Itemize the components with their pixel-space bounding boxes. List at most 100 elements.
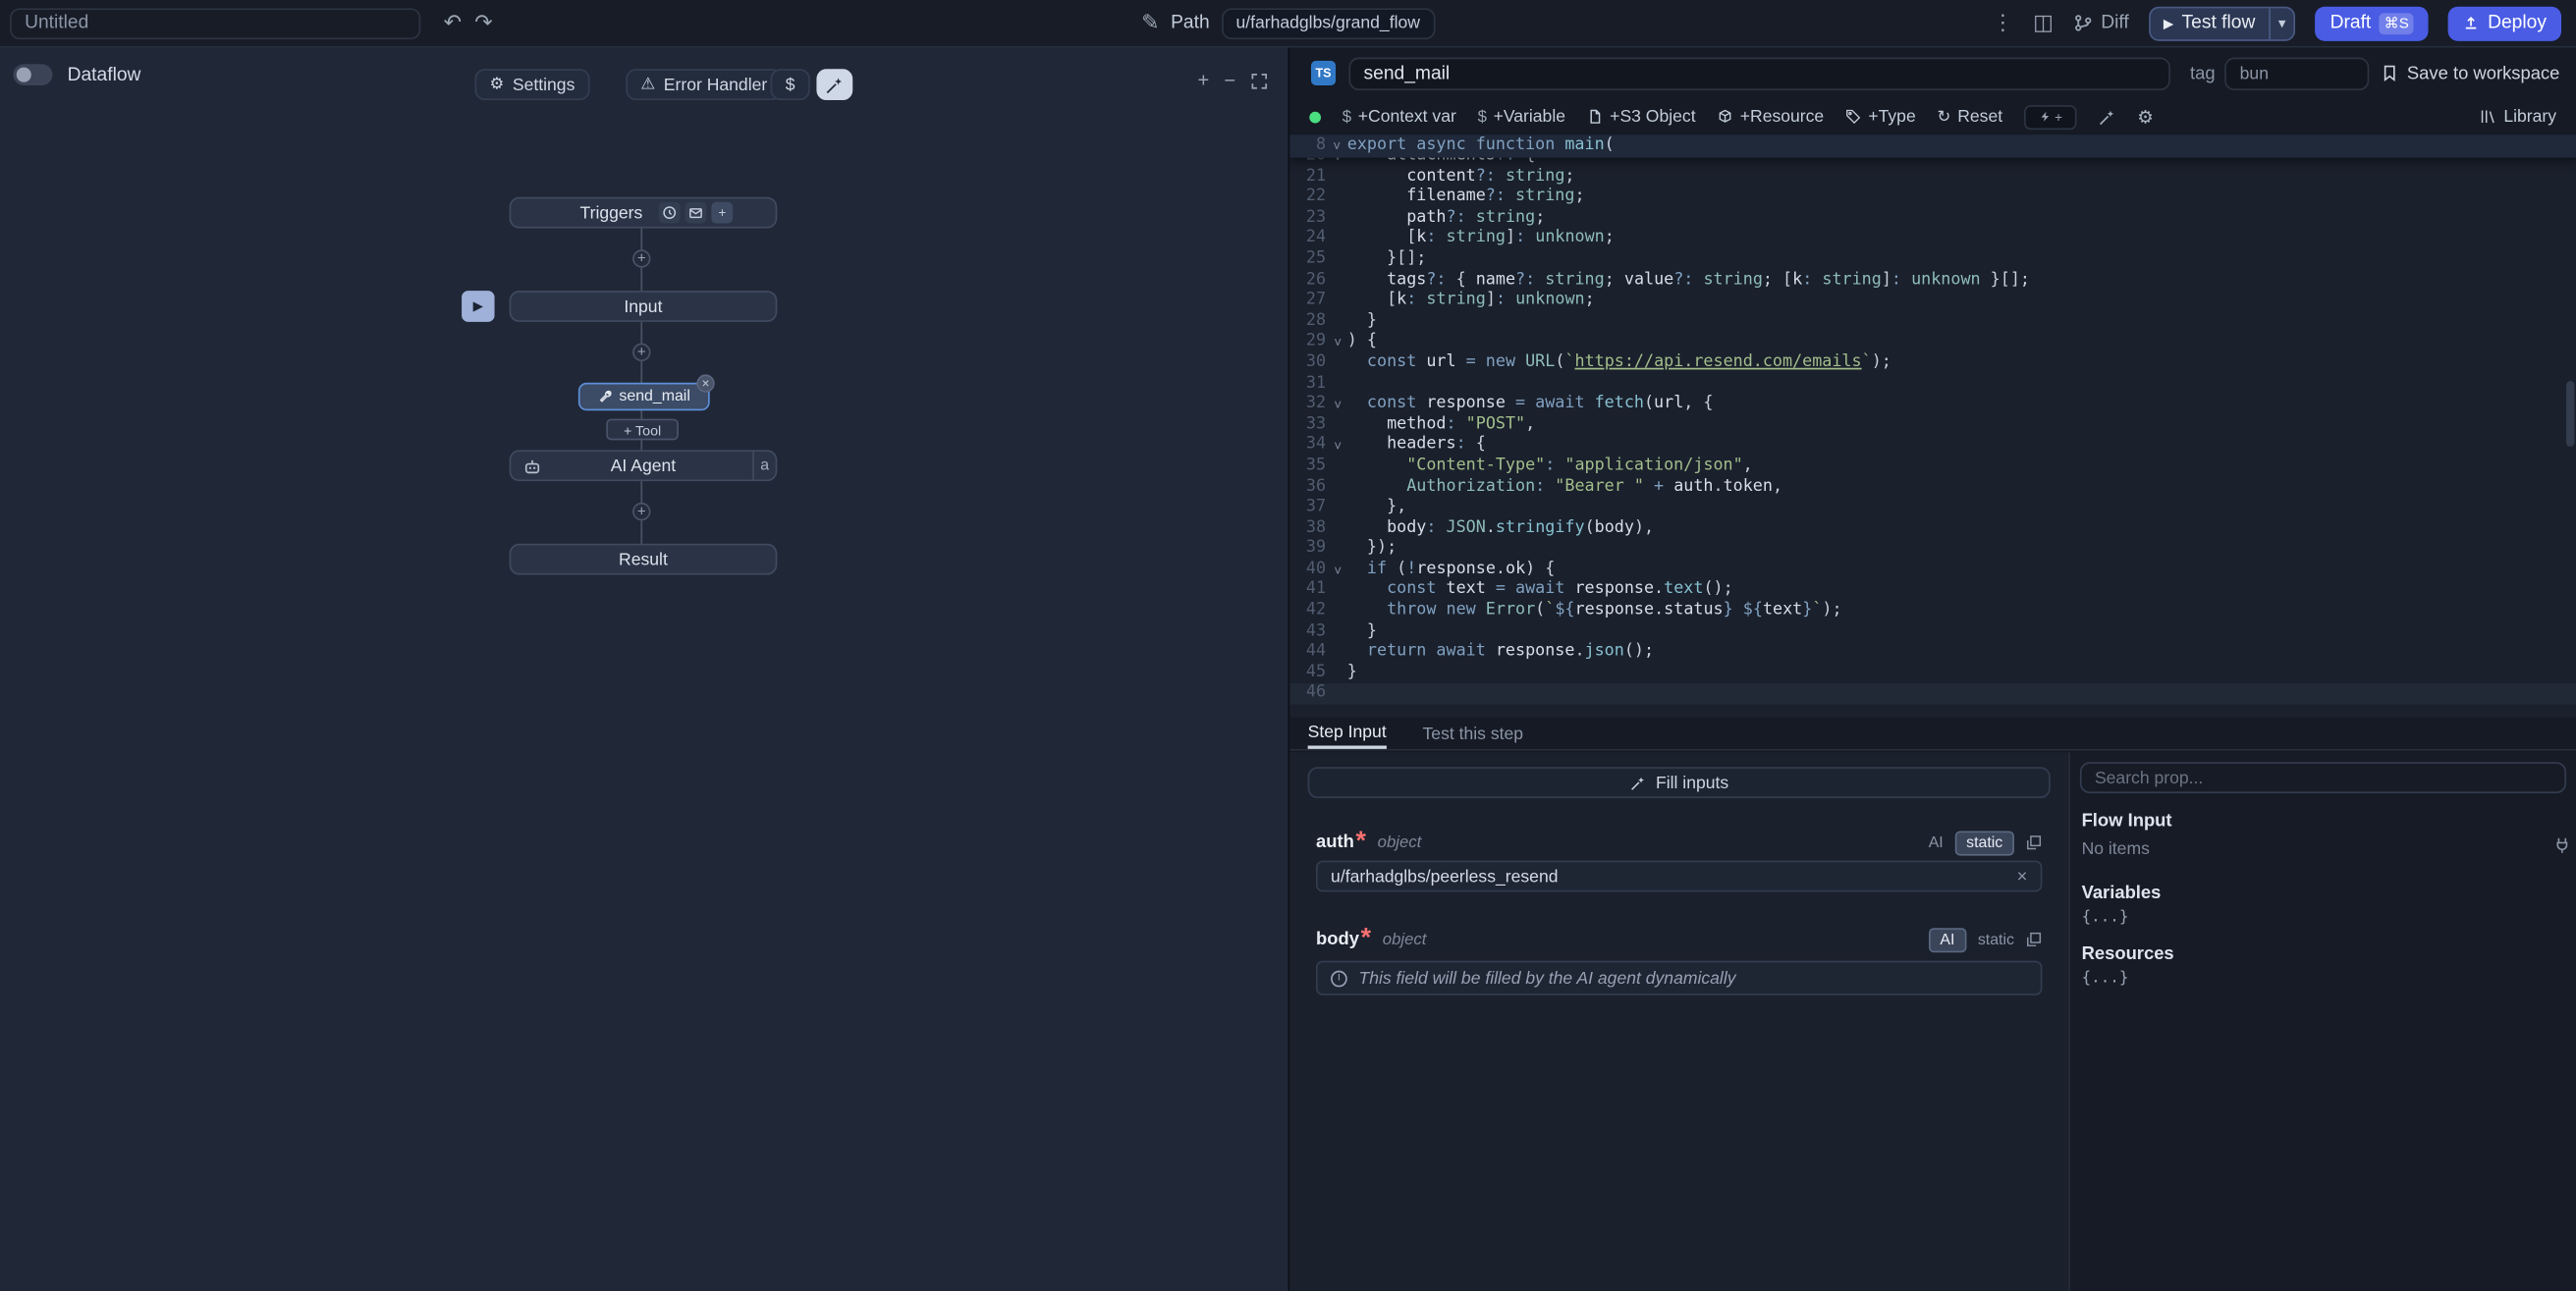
test-flow-button[interactable]: ▶ Test flow ▾ [2149, 6, 2296, 40]
tab-test-step[interactable]: Test this step [1423, 718, 1524, 749]
diff-button[interactable]: Diff [2073, 13, 2129, 32]
deploy-button[interactable]: Deploy [2448, 6, 2561, 40]
add-type-button[interactable]: +Type [1845, 107, 1916, 127]
add-tool-button[interactable]: + Tool [606, 419, 679, 441]
code-line[interactable]: 24 [k: string]: unknown; [1289, 229, 2576, 249]
add-trigger-button[interactable]: + [712, 202, 734, 224]
split-view-button[interactable]: ◫ [2033, 10, 2054, 36]
resources-value[interactable]: {...} [2082, 969, 2129, 987]
expand-field-icon[interactable] [2026, 932, 2043, 948]
settings-button[interactable]: ⚙ Settings [474, 69, 589, 100]
dollar-button[interactable]: $ [771, 69, 810, 100]
input-node[interactable]: Input [510, 291, 778, 322]
clear-input-button[interactable]: × [2017, 866, 2028, 886]
code-line[interactable]: 35 "Content-Type": "application/json", [1289, 457, 2576, 477]
error-handler-button[interactable]: ⚠ Error Handler [626, 69, 782, 100]
code-line[interactable]: 41 const text = await response.text(); [1289, 580, 2576, 601]
undo-button[interactable]: ↶ [444, 10, 462, 36]
fit-view-button[interactable] [1250, 69, 1268, 91]
code-line[interactable]: 46 [1289, 684, 2576, 705]
code-line[interactable]: 33 method: "POST", [1289, 415, 2576, 436]
warning-icon: ⚠ [640, 76, 655, 93]
fold-chevron-icon[interactable]: > [1326, 560, 1347, 580]
dataflow-toggle[interactable] [13, 64, 52, 85]
tool-node-send-mail[interactable]: send_mail [578, 383, 710, 410]
schedule-trigger-button[interactable] [659, 202, 681, 224]
run-input-button[interactable]: ▶ [462, 291, 494, 322]
code-editor[interactable]: 20> attachments?: {21 content?: string;2… [1289, 134, 2576, 718]
ai-builder-button[interactable] [816, 69, 852, 100]
code-line[interactable]: 23 path?: string; [1289, 208, 2576, 229]
code-line[interactable]: 8>export async function main( [1289, 134, 2576, 157]
variables-value[interactable]: {...} [2082, 908, 2129, 926]
test-flow-dropdown[interactable]: ▾ [2269, 8, 2294, 39]
plus-icon: + [2055, 109, 2062, 124]
fold-chevron-icon[interactable]: > [1326, 436, 1347, 457]
code-line[interactable]: 37 }, [1289, 498, 2576, 518]
add-step-button[interactable]: + [632, 503, 650, 520]
zoom-out-button[interactable]: − [1224, 69, 1235, 91]
code-line[interactable]: 42 throw new Error(`${response.status} $… [1289, 601, 2576, 621]
code-line[interactable]: 21 content?: string; [1289, 167, 2576, 188]
triggers-node[interactable]: Triggers + [510, 197, 778, 229]
code-line[interactable]: 28 } [1289, 311, 2576, 332]
editor-settings-button[interactable]: ⚙ [2137, 106, 2154, 128]
editor-wand-button[interactable] [2098, 107, 2115, 127]
step-input-form: Fill inputs auth * object AI static u/fa… [1289, 752, 2068, 1291]
code-line[interactable]: 27 [k: string]: unknown; [1289, 291, 2576, 311]
reset-button[interactable]: ↻ Reset [1937, 107, 2002, 127]
save-workspace-button[interactable]: Save to workspace [2381, 63, 2559, 82]
library-button[interactable]: Library [2479, 107, 2556, 127]
draft-button[interactable]: Draft ⌘S [2316, 6, 2429, 40]
add-s3-object-button[interactable]: +S3 Object [1587, 107, 1696, 127]
redo-button[interactable]: ↷ [474, 10, 492, 36]
assistant-chip[interactable]: + [2024, 104, 2077, 129]
code-line[interactable]: 25 }[]; [1289, 249, 2576, 270]
auth-static-toggle[interactable]: static [1954, 831, 2014, 855]
pencil-icon[interactable]: ✎ [1141, 10, 1159, 36]
tag-input[interactable] [2225, 57, 2370, 89]
ai-agent-node[interactable]: AI Agent a [510, 450, 778, 481]
fill-inputs-button[interactable]: Fill inputs [1308, 767, 2051, 798]
add-step-button[interactable]: + [632, 249, 650, 267]
code-line[interactable]: 45} [1289, 664, 2576, 684]
code-line[interactable]: 29>) { [1289, 333, 2576, 353]
code-line[interactable]: 31 [1289, 374, 2576, 395]
code-line[interactable]: 30 const url = new URL(`https://api.rese… [1289, 353, 2576, 374]
result-node[interactable]: Result [510, 544, 778, 575]
add-step-button[interactable]: + [632, 344, 650, 361]
tab-step-input[interactable]: Step Input [1308, 718, 1387, 749]
code-line[interactable]: 40> if (!response.ok) { [1289, 560, 2576, 580]
code-line[interactable]: 26 tags?: { name?: string; value?: strin… [1289, 270, 2576, 291]
script-name-input[interactable] [1348, 57, 2169, 89]
code-line[interactable]: 44 return await response.json(); [1289, 643, 2576, 664]
auth-ai-toggle[interactable]: AI [1929, 834, 1944, 851]
search-prop-input[interactable] [2080, 762, 2566, 793]
fold-chevron-icon[interactable]: > [1326, 395, 1347, 415]
path-value[interactable]: u/farhadglbs/grand_flow [1221, 8, 1435, 39]
email-trigger-button[interactable] [685, 202, 707, 224]
add-variable-button[interactable]: $ +Variable [1478, 107, 1565, 127]
kebab-menu-button[interactable]: ⋮ [1992, 10, 2013, 36]
fold-chevron-icon[interactable]: > [1326, 134, 1347, 157]
body-static-toggle[interactable]: static [1978, 931, 2014, 948]
code-scrollbar[interactable] [2566, 381, 2574, 447]
code-line[interactable]: 43 } [1289, 621, 2576, 642]
code-line[interactable]: 32> const response = await fetch(url, { [1289, 395, 2576, 415]
flow-title-input[interactable] [10, 8, 420, 39]
fold-chevron-icon[interactable]: > [1326, 333, 1347, 353]
code-line[interactable]: 39 }); [1289, 539, 2576, 560]
auth-input[interactable]: u/farhadglbs/peerless_resend × [1316, 861, 2042, 892]
expand-field-icon[interactable] [2026, 834, 2043, 851]
code-line[interactable]: 22 filename?: string; [1289, 188, 2576, 208]
code-line[interactable]: 34> headers: { [1289, 436, 2576, 457]
remove-tool-button[interactable]: × [696, 374, 714, 392]
body-ai-toggle[interactable]: AI [1929, 927, 1966, 951]
add-resource-button[interactable]: +Resource [1717, 107, 1824, 127]
code-line[interactable]: 38 body: JSON.stringify(body), [1289, 518, 2576, 539]
agent-assistant-badge[interactable]: a [752, 452, 775, 479]
zoom-in-button[interactable]: + [1198, 69, 1210, 91]
add-context-var-button[interactable]: $ +Context var [1343, 107, 1456, 127]
code-line[interactable]: 36 Authorization: "Bearer " + auth.token… [1289, 477, 2576, 498]
plug-icon[interactable] [2553, 831, 2571, 860]
